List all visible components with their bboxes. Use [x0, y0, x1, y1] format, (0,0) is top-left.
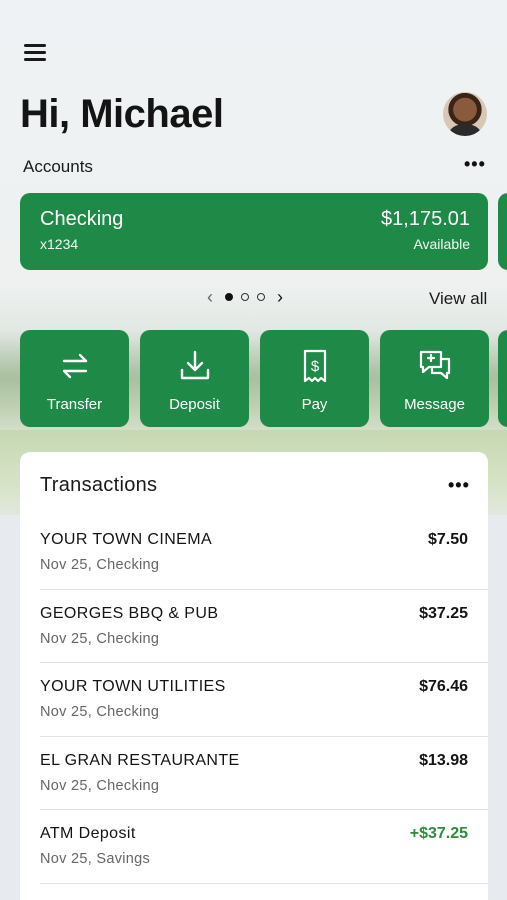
- view-all-link[interactable]: View all: [429, 289, 487, 309]
- account-pager: ‹ ›: [203, 287, 287, 307]
- deposit-label: Deposit: [169, 396, 220, 413]
- account-name: Checking: [40, 208, 124, 230]
- transaction-meta: Nov 25, Savings: [40, 851, 151, 867]
- pager-dot-3[interactable]: [257, 293, 265, 301]
- transaction-amount: $13.98: [419, 751, 468, 769]
- accounts-more-icon[interactable]: •••: [464, 155, 486, 173]
- transaction-merchant: GEORGES BBQ & PUB: [40, 604, 219, 622]
- transaction-merchant: ATM Deposit: [40, 825, 136, 842]
- transactions-list: YOUR TOWN CINEMA Nov 25, Checking $7.50 …: [20, 516, 488, 884]
- transaction-row[interactable]: YOUR TOWN UTILITIES Nov 25, Checking $76…: [40, 663, 488, 737]
- pay-label: Pay: [301, 396, 328, 413]
- pager-dot-1[interactable]: [225, 293, 233, 301]
- transaction-amount: $7.50: [427, 531, 468, 548]
- message-icon: [419, 350, 450, 380]
- menu-icon[interactable]: [24, 44, 46, 64]
- transaction-row[interactable]: ATM Deposit Nov 25, Savings +$37.25: [40, 810, 488, 884]
- transactions-more-icon[interactable]: •••: [448, 476, 470, 494]
- transaction-row[interactable]: GEORGES BBQ & PUB Nov 25, Checking $37.2…: [40, 590, 488, 663]
- transaction-amount: $76.46: [419, 678, 468, 695]
- transfer-label: Transfer: [46, 396, 103, 413]
- accounts-label: Accounts: [23, 157, 93, 176]
- transaction-meta: Nov 25, Checking: [40, 557, 160, 573]
- quick-actions: Transfer Deposit $ Pay Message: [20, 330, 489, 427]
- deposit-icon: [180, 350, 209, 380]
- transaction-row[interactable]: YOUR TOWN CINEMA Nov 25, Checking $7.50: [40, 516, 488, 590]
- pay-button[interactable]: $ Pay: [260, 330, 369, 427]
- message-button[interactable]: Message: [380, 330, 489, 427]
- pay-icon: $: [303, 349, 326, 383]
- transactions-card: Transactions ••• YOUR TOWN CINEMA Nov 25…: [20, 452, 488, 900]
- transaction-amount: $37.25: [419, 604, 468, 622]
- next-account-card[interactable]: [498, 193, 507, 270]
- chevron-right-icon[interactable]: ›: [273, 287, 287, 308]
- greeting-title: Hi, Michael: [20, 92, 224, 136]
- pager-dot-2[interactable]: [241, 293, 249, 301]
- transactions-title: Transactions: [40, 474, 158, 496]
- chevron-left-icon[interactable]: ‹: [203, 287, 217, 308]
- transaction-amount-credit: +$37.25: [409, 825, 468, 842]
- transaction-meta: Nov 25, Checking: [40, 777, 160, 794]
- transfer-button[interactable]: Transfer: [20, 330, 129, 427]
- account-number: x1234: [40, 236, 79, 252]
- account-balance: $1,175.01: [381, 208, 470, 230]
- transaction-merchant: YOUR TOWN CINEMA: [40, 531, 213, 548]
- next-action-button[interactable]: [498, 330, 507, 427]
- avatar[interactable]: [443, 92, 487, 136]
- deposit-button[interactable]: Deposit: [140, 330, 249, 427]
- transaction-merchant: YOUR TOWN UTILITIES: [40, 678, 226, 695]
- transaction-meta: Nov 25, Checking: [40, 704, 160, 720]
- account-balance-label: Available: [413, 236, 470, 252]
- svg-text:$: $: [310, 358, 319, 375]
- transfer-icon: [62, 353, 87, 379]
- account-card-checking[interactable]: Checking x1234 $1,175.01 Available: [20, 193, 488, 270]
- message-label: Message: [404, 396, 465, 413]
- avatar-shirt: [449, 124, 481, 136]
- transaction-merchant: EL GRAN RESTAURANTE: [40, 751, 240, 769]
- transaction-row[interactable]: EL GRAN RESTAURANTE Nov 25, Checking $13…: [40, 737, 488, 810]
- transaction-meta: Nov 25, Checking: [40, 630, 160, 647]
